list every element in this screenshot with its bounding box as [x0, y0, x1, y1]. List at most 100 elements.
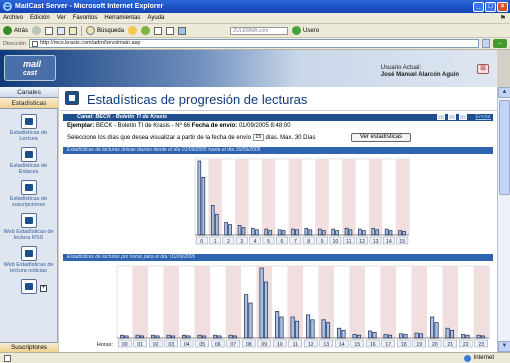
menu-edicion[interactable]: Edición	[30, 15, 50, 21]
forward-arrow-icon[interactable]	[32, 26, 42, 35]
menu-ayuda[interactable]: Ayuda	[147, 15, 164, 21]
messenger-icon[interactable]	[178, 26, 187, 35]
bar-s2-01	[139, 335, 145, 339]
windows-logo-icon: ⚑	[499, 15, 506, 22]
vertical-scrollbar[interactable]: ▲ ▼	[497, 87, 510, 352]
sidebar-item-rss[interactable]: Web Estadísticas de lectura RSS	[0, 213, 57, 241]
x-tick-label: 3	[240, 239, 243, 245]
home-icon[interactable]	[69, 26, 78, 35]
bar-s2-04	[186, 335, 191, 339]
bar-s2-1	[214, 213, 219, 236]
x-tick-label: 10	[333, 239, 339, 245]
column-band	[368, 159, 383, 235]
minimize-button[interactable]: _	[473, 1, 484, 12]
x-tick-label: 01	[137, 342, 143, 348]
sidebar-item-noticias[interactable]: Web Estadísticas de lectura noticias	[0, 246, 57, 274]
mailcast-logo[interactable]: mail cast	[4, 55, 56, 81]
bar-s2-0	[201, 176, 206, 236]
bar-s2-15	[402, 230, 406, 236]
bar-s2-12	[362, 230, 366, 236]
logo-text-top: mail	[23, 59, 42, 69]
search-label: Búsqueda	[97, 27, 125, 34]
bar-s1-03	[166, 334, 171, 339]
bar-s1-14	[384, 228, 389, 236]
x-tick-label: 15	[399, 239, 405, 245]
channel-name: Canal: BECK - Boletín TI de Krasis	[77, 114, 168, 120]
favorites-icon[interactable]	[128, 26, 138, 35]
go-button[interactable]: →	[493, 39, 507, 48]
preview-icon[interactable]	[448, 114, 456, 120]
bar-s1-3	[237, 225, 242, 236]
bar-s2-05	[201, 335, 207, 339]
x-tick-label: 07	[230, 342, 236, 348]
stop-icon[interactable]	[45, 26, 54, 35]
toolbar-field[interactable]: ZULEMMA.com	[230, 26, 289, 35]
bar-s1-16	[368, 330, 373, 339]
tab-estadisticas[interactable]: Estadísticas	[0, 98, 58, 109]
history-icon[interactable]	[141, 26, 151, 35]
column-band	[380, 266, 396, 338]
address-url: http://mcs.krasis.com/adm/lrevsimain.asp	[39, 40, 141, 46]
address-label: Dirección	[3, 40, 26, 47]
search-button[interactable]: Búsqueda	[86, 26, 124, 35]
back-label: Atrás	[14, 27, 29, 34]
example-label: Ejemplar:	[67, 123, 95, 129]
bar-s2-19	[418, 333, 424, 339]
expand-icon[interactable]: +	[40, 285, 47, 292]
zone-label: Internet	[473, 355, 494, 361]
statistics-icon	[20, 114, 37, 129]
edit-icon[interactable]	[459, 114, 467, 120]
sidebar-item-more[interactable]: +	[0, 279, 57, 299]
days-prefix: Seleccione los días que desea visualizar…	[67, 135, 252, 142]
statistics-icon	[65, 91, 79, 105]
scroll-up-button[interactable]: ▲	[498, 87, 510, 98]
days-suffix: días. Max. 30 Días	[265, 135, 316, 142]
mail-icon[interactable]	[154, 26, 163, 35]
sidebar-item-suscripciones[interactable]: Estadísticas de suscripciones	[0, 180, 57, 208]
bar-s1-08	[244, 294, 249, 339]
bar-s1-9	[317, 228, 322, 236]
column-band	[349, 266, 365, 338]
days-input[interactable]: 15	[252, 134, 264, 141]
sidebar-item-lectura[interactable]: Estadísticas de Lectura	[0, 114, 57, 142]
scroll-thumb[interactable]	[499, 100, 510, 195]
status-bar: Internet	[0, 352, 510, 363]
rss-icon[interactable]	[437, 114, 445, 120]
scroll-down-button[interactable]: ▼	[498, 341, 510, 352]
sidebar-item-label: Web Estadísticas de lectura noticias	[3, 262, 54, 274]
x-tick-label: 4	[254, 239, 257, 245]
maximize-button[interactable]: □	[485, 1, 496, 12]
menu-ver[interactable]: Ver	[57, 15, 66, 21]
back-button[interactable]: Atrás	[3, 26, 28, 35]
bar-s1-22	[461, 334, 466, 339]
address-dropdown-button[interactable]	[482, 39, 490, 48]
bar-s2-16	[372, 332, 377, 339]
menu-herramientas[interactable]: Herramientas	[104, 15, 140, 21]
bar-s2-5	[268, 230, 273, 236]
bar-s2-14	[341, 329, 346, 339]
statistics-icon	[20, 147, 37, 162]
page-title: Estadísticas de progresión de lecturas	[87, 92, 308, 107]
x-tick-label: 14	[339, 342, 345, 348]
refresh-icon[interactable]	[57, 26, 66, 35]
address-bar: Dirección http://mcs.krasis.com/adm/lrev…	[0, 38, 510, 50]
tab-canales[interactable]: Canales	[0, 87, 58, 98]
tab-suscriptores[interactable]: Suscriptores	[0, 342, 58, 352]
send-link[interactable]: Enviar	[475, 114, 491, 121]
sidebar-item-label: Web Estadísticas de lectura RSS	[3, 229, 54, 241]
bar-s1-17	[383, 334, 388, 339]
menu-archivo[interactable]: Archivo	[3, 15, 23, 21]
bar-s2-10	[335, 230, 339, 236]
address-input[interactable]: http://mcs.krasis.com/adm/lrevsimain.asp	[28, 39, 479, 48]
bar-s1-01	[135, 334, 140, 339]
print-icon[interactable]	[166, 26, 175, 35]
sidebar-item-enlaces[interactable]: Estadísticas de Enlaces	[0, 147, 57, 175]
users-button[interactable]: Usero	[292, 26, 319, 35]
menu-favoritos[interactable]: Favoritos	[73, 15, 98, 21]
close-button[interactable]: ×	[497, 1, 508, 12]
bar-s2-14	[388, 230, 393, 236]
x-tick-label: 7	[294, 239, 297, 245]
bar-s2-15	[356, 334, 362, 339]
logout-icon[interactable]: ⊠	[477, 64, 489, 74]
view-stats-button[interactable]: Ver estadísticas	[351, 133, 411, 142]
